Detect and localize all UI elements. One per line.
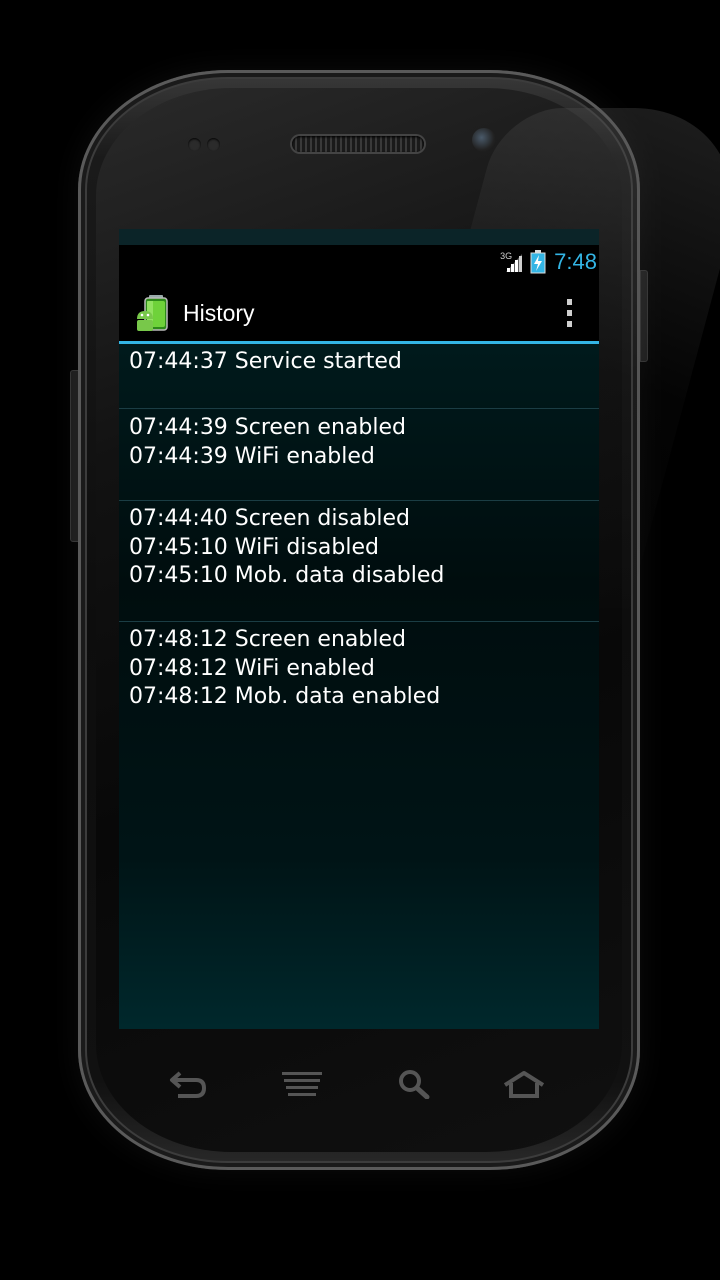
search-icon[interactable]: [392, 1062, 436, 1106]
history-line: 07:45:10 WiFi disabled: [129, 534, 379, 560]
history-line: 07:44:37 Service started: [129, 349, 402, 374]
earpiece-speaker: [292, 136, 424, 152]
front-camera-icon: [472, 128, 496, 152]
history-line: 07:48:12 Screen enabled: [129, 627, 406, 652]
history-line: 07:44:40 Screen disabled: [129, 506, 411, 531]
history-line: 07:48:12 Mob. data enabled: [129, 684, 441, 710]
history-line: 07:45:10 Mob. data disabled: [129, 563, 445, 589]
action-bar: History: [119, 285, 599, 341]
history-list: 07:44:37 Service started 07:44:39 Screen…: [119, 344, 599, 1029]
battery-charging-icon: [530, 250, 546, 274]
device-frame: 3G 7:48 History 07:44:37 Service started…: [0, 0, 720, 1280]
menu-icon[interactable]: [280, 1062, 324, 1106]
page-title: History: [183, 299, 255, 326]
history-entry[interactable]: 07:44:40 Screen disabled 07:45:10 WiFi d…: [119, 501, 599, 622]
hardware-nav-bar: [150, 1062, 570, 1106]
proximity-sensor: [188, 136, 242, 151]
history-entry[interactable]: 07:44:39 Screen enabled 07:44:39 WiFi en…: [119, 409, 599, 501]
status-clock: 7:48: [554, 249, 597, 274]
history-entry[interactable]: 07:48:12 Screen enabled 07:48:12 WiFi en…: [119, 622, 599, 712]
history-entry[interactable]: 07:44:37 Service started: [119, 344, 599, 409]
home-icon[interactable]: [502, 1062, 546, 1106]
signal-icon: 3G: [500, 251, 523, 273]
history-line: 07:44:39 Screen enabled: [129, 415, 406, 440]
status-bar: 3G 7:48: [119, 245, 599, 279]
history-line: 07:48:12 WiFi enabled: [129, 655, 375, 681]
back-icon[interactable]: [166, 1062, 210, 1106]
screen-top-edge: [119, 229, 599, 245]
battery-android-icon[interactable]: [135, 293, 175, 333]
history-line: 07:44:39 WiFi enabled: [129, 443, 375, 469]
screen: 3G 7:48 History 07:44:37 Service started…: [119, 229, 599, 1029]
overflow-menu-icon[interactable]: [551, 293, 587, 333]
